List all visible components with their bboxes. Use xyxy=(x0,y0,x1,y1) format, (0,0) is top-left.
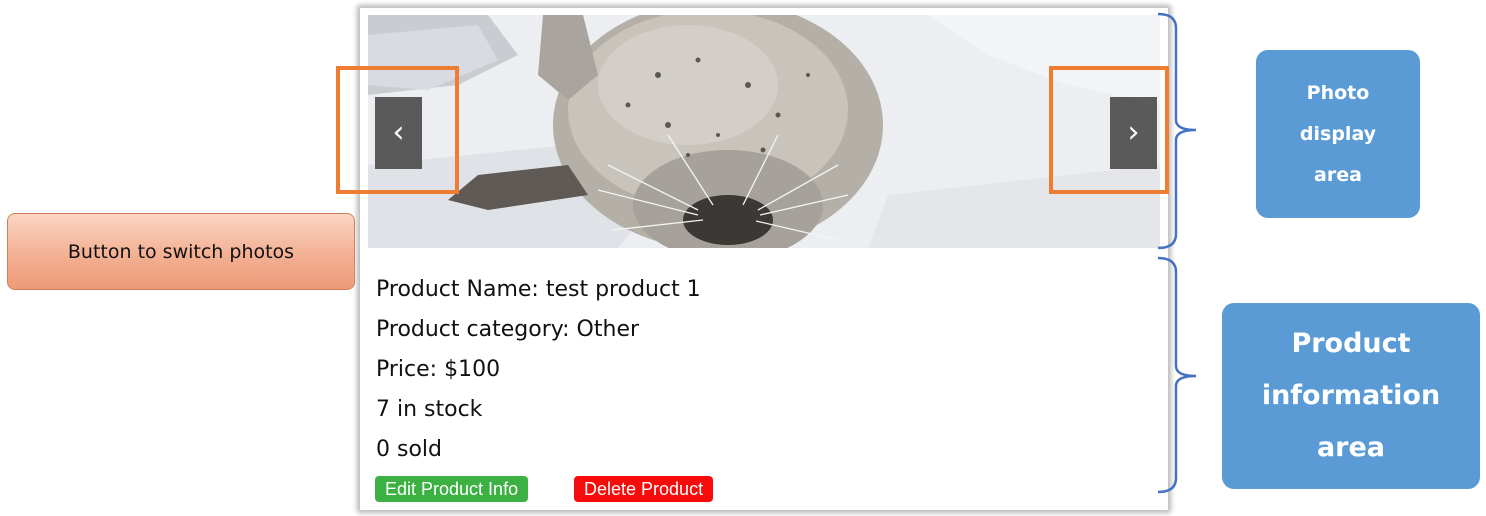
info-area-callout-line: information xyxy=(1261,380,1441,411)
info-area-callout-line: Product xyxy=(1291,328,1411,359)
photo-area-callout-line: area xyxy=(1314,163,1362,186)
info-area-callout: Product information area xyxy=(1222,303,1480,489)
photo-area-callout-line: Photo xyxy=(1306,81,1370,104)
photo-area-brace xyxy=(1157,12,1197,250)
photo-area-callout-line: display xyxy=(1299,122,1377,145)
info-area-callout-line: area xyxy=(1316,432,1386,463)
switch-photos-callout: Button to switch photos xyxy=(7,213,355,290)
switch-photos-callout-text: Button to switch photos xyxy=(67,240,295,263)
photo-area-callout: Photo display area xyxy=(1256,50,1420,218)
info-area-brace xyxy=(1157,256,1197,494)
